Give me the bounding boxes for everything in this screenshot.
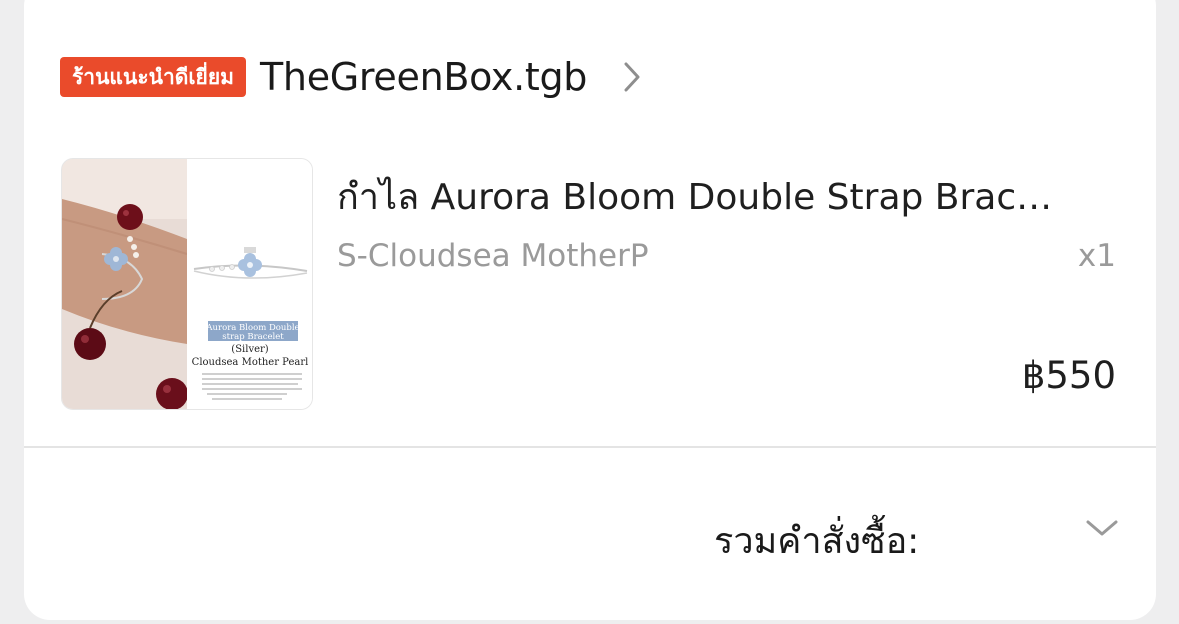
product-quantity: x1 (1077, 238, 1116, 274)
image-caption-line3: (Silver) (231, 344, 268, 355)
order-card: ร้านแนะนำดีเยี่ยม TheGreenBox.tgb Aurora… (24, 0, 1156, 620)
product-image[interactable]: Aurora Bloom Double strap Bracelet (Silv… (61, 158, 313, 410)
shop-name[interactable]: TheGreenBox.tgb (260, 55, 587, 99)
chevron-down-icon[interactable] (1084, 516, 1120, 540)
divider (24, 446, 1156, 448)
shop-header[interactable]: ร้านแนะนำดีเยี่ยม TheGreenBox.tgb (60, 55, 643, 99)
product-variant: S-Cloudsea MotherP (337, 238, 649, 274)
preferred-shop-badge: ร้านแนะนำดีเยี่ยม (60, 57, 247, 97)
product-title[interactable]: กำไล Aurora Bloom Double Strap Brac… (337, 168, 1117, 225)
order-total-label: รวมคำสั่งซื้อ: (714, 521, 920, 562)
image-caption-line2: strap Bracelet (222, 332, 284, 342)
chevron-right-icon[interactable] (621, 60, 643, 94)
image-caption-line4: Cloudsea Mother Pearl (192, 357, 309, 368)
product-price: ฿550 (1021, 354, 1116, 397)
